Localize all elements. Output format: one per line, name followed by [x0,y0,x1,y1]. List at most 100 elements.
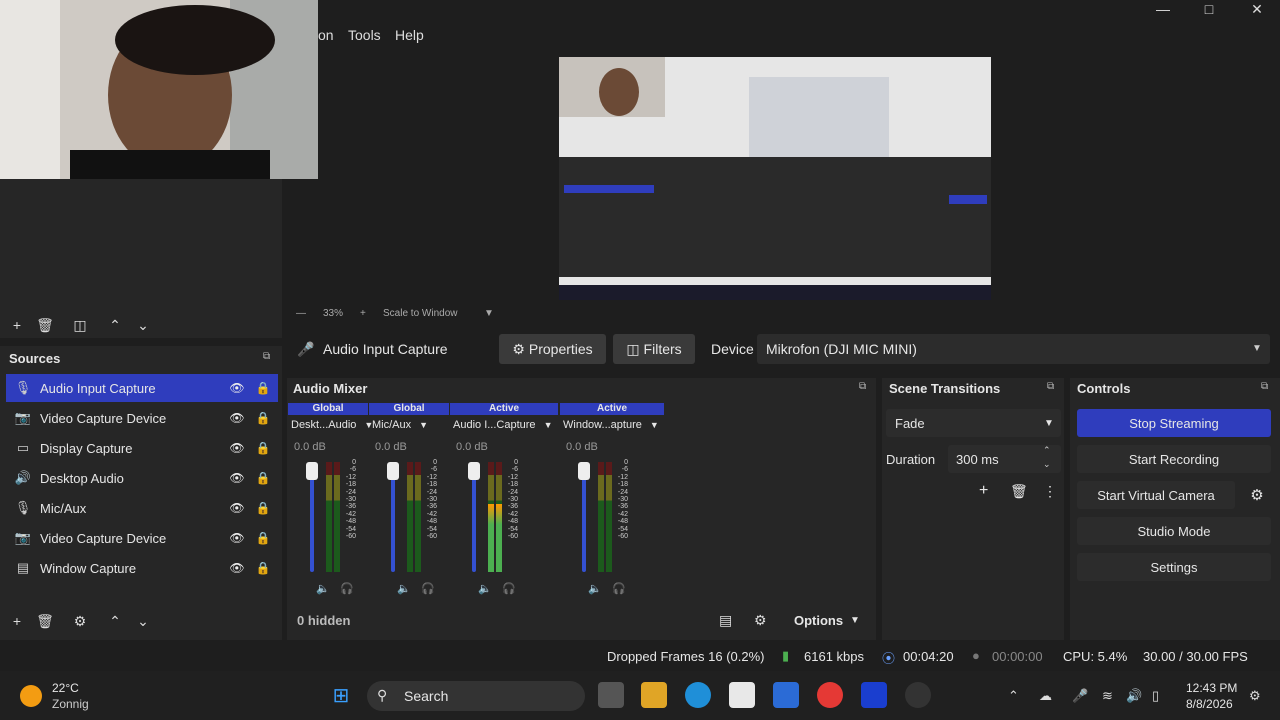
volume-knob[interactable] [306,462,318,480]
lock-icon[interactable]: 🔒 [254,381,272,395]
close-icon[interactable]: ✕ [1234,0,1280,18]
visibility-icon[interactable]: 👁 [228,471,246,485]
microphone-tray-icon[interactable]: 🎤 [1072,688,1088,704]
notification-icon[interactable]: ⚙ [1249,688,1261,704]
monitor-headphones-icon[interactable]: 🎧 [340,582,354,595]
visibility-icon[interactable]: 👁 [228,561,246,575]
chrome-icon[interactable] [817,682,843,708]
add-scene-button[interactable]: + [5,313,29,337]
monitor-headphones-icon[interactable]: 🎧 [502,582,516,595]
source-settings-button[interactable]: ⚙ [68,609,92,633]
mute-icon[interactable]: 🔈 [397,582,411,595]
transition-menu-icon[interactable]: ⋮ [1043,483,1057,500]
lock-icon[interactable]: 🔒 [254,471,272,485]
undock-icon[interactable]: ⧉ [1261,381,1268,392]
add-transition-button[interactable]: + [979,482,988,500]
remove-source-button[interactable]: 🗑 [33,609,57,633]
undock-icon[interactable]: ⧉ [263,351,270,362]
task-view-icon[interactable] [598,682,624,708]
channel-name[interactable]: Audio I...Capture ▼ [453,419,552,431]
store-icon[interactable] [729,682,755,708]
source-row[interactable]: 📷 Video Capture Device 👁 🔒 [6,404,278,432]
app-icon[interactable] [861,682,887,708]
menu-item-view[interactable]: on [318,27,334,43]
channel-name[interactable]: Mic/Aux ▼ [372,419,428,431]
volume-knob[interactable] [578,462,590,480]
studio-mode-button[interactable]: Studio Mode [1077,517,1271,545]
clock-date[interactable]: 8/8/2026 [1186,697,1233,711]
lock-icon[interactable]: 🔒 [254,411,272,425]
tray-overflow-icon[interactable]: ⌃ [1008,688,1019,704]
layout-icon[interactable]: ▤ [719,612,732,629]
edge-icon[interactable] [685,682,711,708]
monitor-headphones-icon[interactable]: 🎧 [421,582,435,595]
source-row[interactable]: 📷 Video Capture Device 👁 🔒 [6,524,278,552]
zoom-out-button[interactable]: — [296,308,306,322]
battery-icon[interactable]: ▯ [1152,688,1159,704]
wifi-icon[interactable]: ≋ [1102,688,1113,704]
chevron-up-icon[interactable]: ⌃ [1043,445,1051,456]
undock-icon[interactable]: ⧉ [1047,381,1054,392]
volume-knob[interactable] [468,462,480,480]
zoom-in-button[interactable]: + [360,308,366,322]
visibility-icon[interactable]: 👁 [228,441,246,455]
weather-icon[interactable] [20,685,42,707]
mail-icon[interactable] [773,682,799,708]
chevron-down-icon[interactable]: ⌄ [1043,459,1051,470]
remove-transition-button[interactable]: 🗑 [1010,483,1028,500]
minimize-icon[interactable]: — [1140,0,1186,18]
advanced-audio-icon[interactable]: ⚙ [754,612,767,629]
remove-scene-button[interactable]: 🗑 [33,313,57,337]
mixer-options-button[interactable]: Options [794,613,843,628]
volume-icon[interactable]: 🔊 [1126,688,1142,704]
chevron-down-icon[interactable]: ▼ [850,615,860,626]
scene-up-button[interactable]: ⌃ [103,313,127,337]
source-row[interactable]: ▭ Display Capture 👁 🔒 [6,434,278,462]
preview-canvas[interactable] [559,57,991,300]
maximize-icon[interactable]: □ [1186,0,1232,18]
chevron-down-icon[interactable]: ▼ [1044,418,1054,429]
undock-icon[interactable]: ⧉ [859,381,866,392]
visibility-icon[interactable]: 👁 [228,411,246,425]
scene-down-button[interactable]: ⌄ [131,313,155,337]
channel-name[interactable]: Deskt...Audio ▼ [291,419,373,431]
lock-icon[interactable]: 🔒 [254,531,272,545]
clock-time[interactable]: 12:43 PM [1186,681,1237,695]
add-source-button[interactable]: + [5,609,29,633]
taskbar-search[interactable] [367,681,585,711]
virtual-camera-settings-icon[interactable]: ⚙ [1243,481,1271,509]
scene-filters-button[interactable]: ◫ [68,313,92,337]
lock-icon[interactable]: 🔒 [254,441,272,455]
source-up-button[interactable]: ⌃ [103,609,127,633]
windows-start-icon[interactable]: ⊞ [328,682,354,708]
menu-item-tools[interactable]: Tools [348,27,381,43]
monitor-headphones-icon[interactable]: 🎧 [612,582,626,595]
source-down-button[interactable]: ⌄ [131,609,155,633]
mute-icon[interactable]: 🔈 [588,582,602,595]
source-row[interactable]: 🎙 Audio Input Capture 👁 🔒 [6,374,278,402]
scale-dropdown-icon[interactable]: ▼ [484,308,494,322]
start-virtual-camera-button[interactable]: Start Virtual Camera [1077,481,1235,509]
menu-item-help[interactable]: Help [395,27,424,43]
source-row[interactable]: 🔊 Desktop Audio 👁 🔒 [6,464,278,492]
mute-icon[interactable]: 🔈 [478,582,492,595]
obs-icon[interactable] [905,682,931,708]
onedrive-icon[interactable]: ☁ [1039,688,1052,704]
source-row[interactable]: ▤ Window Capture 👁 🔒 [6,554,278,582]
visibility-icon[interactable]: 👁 [228,381,246,395]
visibility-icon[interactable]: 👁 [228,531,246,545]
source-row[interactable]: 🎙 Mic/Aux 👁 🔒 [6,494,278,522]
properties-button[interactable]: ⚙ Properties [499,334,606,364]
start-recording-button[interactable]: Start Recording [1077,445,1271,473]
scale-mode[interactable]: Scale to Window [383,308,457,322]
settings-button[interactable]: Settings [1077,553,1271,581]
chevron-down-icon[interactable]: ▼ [1252,343,1262,354]
channel-name[interactable]: Window...apture ▼ [563,419,659,431]
visibility-icon[interactable]: 👁 [228,501,246,515]
file-explorer-icon[interactable] [641,682,667,708]
filters-button[interactable]: ◫ Filters [613,334,695,364]
lock-icon[interactable]: 🔒 [254,501,272,515]
stop-streaming-button[interactable]: Stop Streaming [1077,409,1271,437]
volume-knob[interactable] [387,462,399,480]
mute-icon[interactable]: 🔈 [316,582,330,595]
